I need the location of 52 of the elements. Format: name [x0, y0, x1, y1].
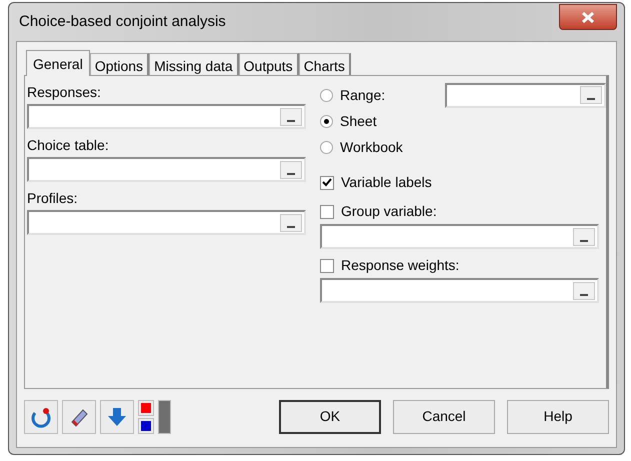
radio-label: Sheet [340, 112, 378, 130]
dialog-button[interactable]: Help [507, 400, 609, 434]
checkbox[interactable] [320, 258, 334, 272]
range-select-button[interactable] [573, 228, 595, 246]
radio-button[interactable] [320, 140, 333, 154]
close-icon [582, 12, 594, 22]
range-field[interactable] [320, 278, 599, 303]
range-field[interactable] [445, 82, 606, 108]
radio-button[interactable] [320, 114, 333, 128]
range-select-button[interactable] [280, 214, 302, 232]
field-label: Responses: [27, 83, 102, 102]
dash-icon [580, 294, 588, 296]
tab[interactable]: Charts [298, 53, 351, 75]
range-field[interactable] [27, 210, 306, 235]
dialog-button[interactable]: Cancel [393, 400, 495, 434]
refresh-icon [30, 406, 52, 428]
tab[interactable]: Outputs [238, 53, 299, 75]
tab[interactable]: Options [90, 53, 150, 75]
range-field[interactable] [27, 157, 306, 182]
down-button[interactable] [100, 400, 134, 434]
range-select-button[interactable] [580, 86, 602, 104]
checkbox-label: Variable labels [341, 173, 432, 192]
radio-button[interactable] [320, 88, 333, 102]
range-select-button[interactable] [280, 108, 302, 126]
check-icon [322, 178, 332, 187]
checkbox-label: Group variable: [341, 202, 437, 221]
window-title: Choice-based conjoint analysis [18, 12, 226, 32]
dash-icon [287, 226, 295, 228]
range-select-button[interactable] [280, 160, 302, 178]
radio-label: Range: [340, 86, 386, 105]
tab[interactable]: General [26, 50, 90, 76]
tab[interactable]: Missing data [149, 53, 239, 75]
color-button[interactable] [138, 418, 154, 434]
dialog-button[interactable]: OK [279, 400, 381, 434]
field-label: Choice table: [27, 136, 110, 155]
checkbox[interactable] [320, 176, 334, 190]
dash-icon [580, 240, 588, 242]
checkbox-label: Response weights: [341, 256, 460, 275]
clear-button[interactable] [62, 400, 96, 434]
dash-icon [587, 98, 595, 100]
dash-icon [287, 120, 295, 122]
down-arrow-icon [106, 406, 128, 428]
dash-icon [287, 172, 295, 174]
reset-button[interactable] [24, 400, 58, 434]
field-label: Profiles: [27, 189, 79, 208]
radio-label: Workbook [340, 138, 404, 156]
close-button[interactable] [559, 4, 617, 30]
range-select-button[interactable] [573, 282, 595, 300]
checkbox[interactable] [320, 204, 334, 218]
range-field[interactable] [27, 104, 306, 129]
range-field[interactable] [320, 224, 599, 249]
color-button[interactable] [138, 400, 154, 416]
